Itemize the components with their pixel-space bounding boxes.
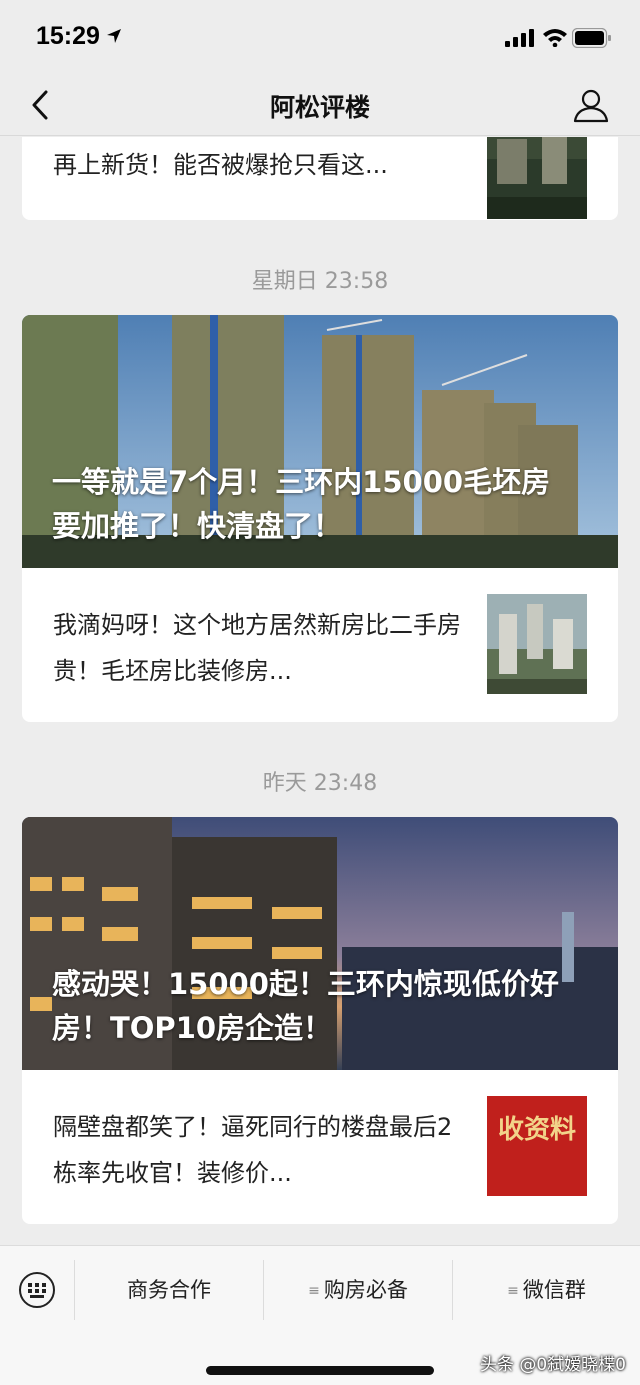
menu-item-buying-guide[interactable]: ≡ 购房必备 xyxy=(264,1260,452,1320)
menu-lines-icon: ≡ xyxy=(308,1283,320,1299)
status-bar: 15:29 xyxy=(0,0,640,76)
watermark: 头条 @0弑嫒晓楪0 xyxy=(479,1355,626,1375)
article-thumbnail: 收资料 xyxy=(487,1096,587,1196)
hero-article[interactable]: 感动哭！15000起！三环内惊现低价好房！TOP10房企造！ xyxy=(22,817,618,1070)
hero-article-title: 一等就是7个月！三环内15000毛坯房要加推了！快清盘了！ xyxy=(52,465,551,543)
location-arrow-icon xyxy=(107,29,121,43)
status-time: 15:29 xyxy=(36,22,100,50)
hero-article-title: 感动哭！15000起！三环内惊现低价好房！TOP10房企造！ xyxy=(52,967,559,1045)
article-title: 我滴妈呀！这个地方居然新房比二手房贵！毛坯房比装修房... xyxy=(53,611,461,685)
nav-bar: 阿松评楼 xyxy=(0,76,640,136)
article-item[interactable]: 隔壁盘都笑了！逼死同行的楼盘最后2栋率先收官！装修价... 收资料 xyxy=(22,1070,618,1220)
thumbnail-caption: 收资料 xyxy=(497,1115,576,1145)
article-thumbnail xyxy=(487,137,587,219)
menu-item-label: 购房必备 xyxy=(323,1278,408,1302)
timestamp: 昨天 23:48 xyxy=(262,771,378,796)
menu-item-business[interactable]: 商务合作 xyxy=(75,1260,263,1320)
home-indicator xyxy=(206,1366,434,1375)
article-item[interactable]: 我滴妈呀！这个地方居然新房比二手房贵！毛坯房比装修房... xyxy=(22,568,618,718)
article-title: 再上新货！能否被爆抢只看这... xyxy=(53,151,388,179)
menu-item-label: 商务合作 xyxy=(127,1278,211,1302)
article-title: 隔壁盘都笑了！逼死同行的楼盘最后2栋率先收官！装修价... xyxy=(53,1113,453,1187)
bottom-menu-bar: 商务合作 ≡ 购房必备 ≡ 微信群 头条 @0弑嫒晓楪0 xyxy=(0,1245,640,1385)
message-feed[interactable]: 再上新货！能否被爆抢只看这... 星期日 23:58 一等就是7个月！三环内15… xyxy=(0,137,640,1245)
profile-icon[interactable] xyxy=(572,86,610,124)
article-item[interactable]: 再上新货！能否被爆抢只看这... xyxy=(22,137,618,220)
article-card[interactable]: 感动哭！15000起！三环内惊现低价好房！TOP10房企造！ 隔壁盘都笑了！逼死… xyxy=(22,817,618,1224)
timestamp: 星期日 23:58 xyxy=(251,269,389,294)
signal-icon xyxy=(505,29,534,47)
article-card[interactable]: 再上新货！能否被爆抢只看这... xyxy=(22,137,618,220)
article-thumbnail xyxy=(487,594,587,694)
hero-article[interactable]: 一等就是7个月！三环内15000毛坯房要加推了！快清盘了！ xyxy=(22,315,618,568)
article-card[interactable]: 一等就是7个月！三环内15000毛坯房要加推了！快清盘了！ 我滴妈呀！这个地方居… xyxy=(22,315,618,722)
wifi-icon xyxy=(543,29,567,47)
battery-icon xyxy=(572,28,611,48)
menu-lines-icon: ≡ xyxy=(507,1283,519,1299)
menu-item-label: 微信群 xyxy=(522,1278,586,1302)
keyboard-icon[interactable] xyxy=(18,1271,56,1309)
page-title: 阿松评楼 xyxy=(269,93,370,122)
menu-item-wechat-group[interactable]: ≡ 微信群 xyxy=(453,1260,640,1320)
